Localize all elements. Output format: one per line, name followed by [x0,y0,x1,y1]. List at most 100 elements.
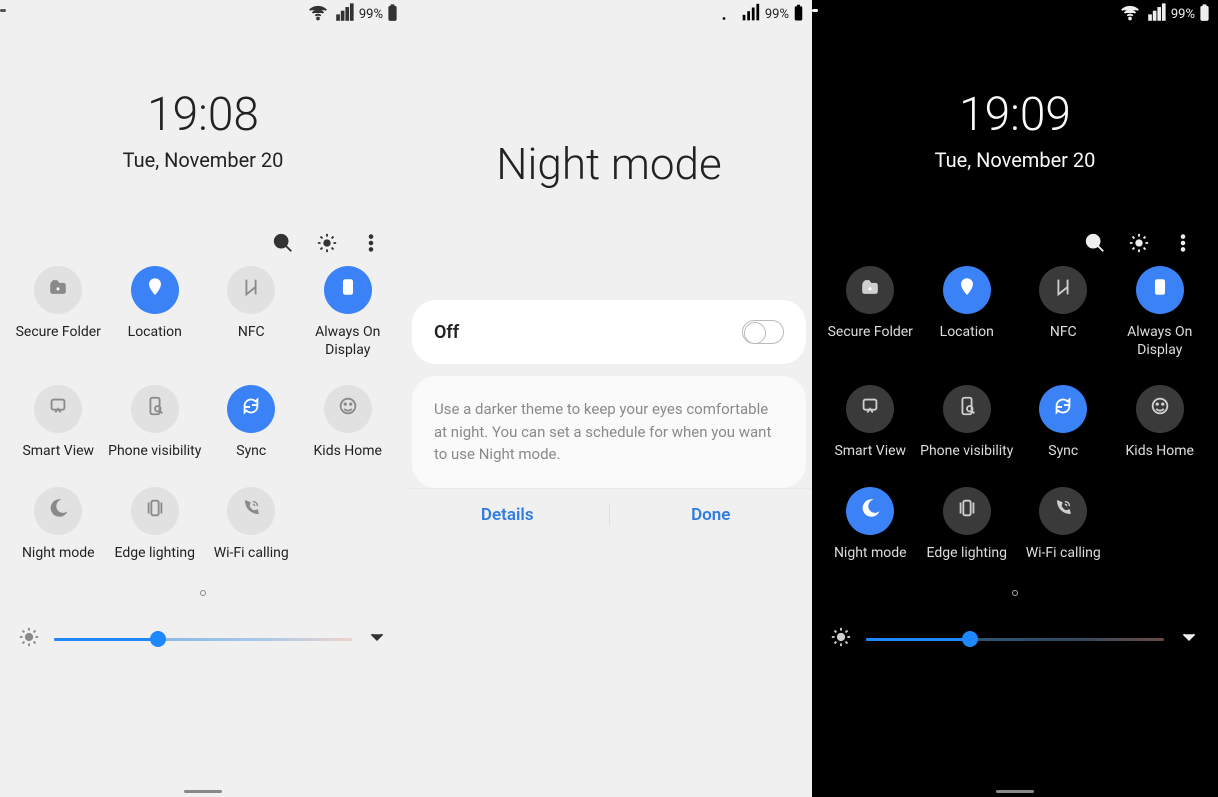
chevron-down-icon[interactable] [1178,626,1200,652]
tile-location: Location [107,266,204,359]
tile-night-mode: Night mode [822,487,919,563]
more-icon[interactable] [1172,232,1194,254]
night-mode-description: Use a darker theme to keep your eyes com… [412,376,806,488]
toggle-switch[interactable] [742,320,784,344]
tile-label: Smart View [22,443,94,461]
toggle-sync[interactable] [1039,385,1087,433]
toggle-phone-visibility[interactable] [131,385,179,433]
tile-label: Sync [236,443,266,461]
toggle-always-on-display[interactable] [324,266,372,314]
toggle-kids-home[interactable] [1136,385,1184,433]
search-icon[interactable] [1084,232,1106,254]
more-icon[interactable] [360,232,382,254]
clock-time: 19:08 [0,88,406,142]
signal-icon [1145,2,1167,27]
clock-date: Tue, November 20 [0,148,406,172]
toggle-sync[interactable] [227,385,275,433]
brightness-slider[interactable] [866,629,1164,649]
gear-icon[interactable] [1128,232,1150,254]
tile-label: Secure Folder [828,324,913,342]
toggle-label: Off [434,322,459,343]
toggle-phone-visibility[interactable] [943,385,991,433]
aod-icon [337,276,359,304]
tile-label: Phone visibility [920,443,1013,461]
gear-icon[interactable] [316,232,338,254]
page-title: Night mode [406,138,812,190]
nav-bar [812,781,1218,797]
tile-always-on-display: Always On Display [1112,266,1209,359]
tile-secure-folder: Secure Folder [822,266,919,359]
toggle-smart-view[interactable] [846,385,894,433]
tile-label: Sync [1048,443,1078,461]
tile-label: NFC [238,324,265,342]
battery-label: 99% [359,7,383,22]
tile-edge-lighting: Edge lighting [919,487,1016,563]
tile-kids-home: Kids Home [1112,385,1209,461]
face-icon [337,395,359,423]
done-button[interactable]: Done [610,505,813,525]
night-mode-settings-page: 99% Night mode Off Use a darker theme to… [406,0,812,797]
wifi-call-icon [1052,497,1074,525]
night-mode-toggle-row[interactable]: Off [412,300,806,364]
toggle-smart-view[interactable] [34,385,82,433]
phone-search-icon [144,395,166,423]
wifi-icon [1119,2,1141,27]
toggle-nfc[interactable] [1039,266,1087,314]
toggle-night-mode[interactable] [846,487,894,535]
quick-settings-grid-dark: Secure FolderLocationNFCAlways On Displa… [812,254,1218,562]
tile-kids-home: Kids Home [300,385,397,461]
tile-label: Wi-Fi calling [1026,545,1101,563]
tile-label: Phone visibility [108,443,201,461]
tile-wifi-calling: Wi-Fi calling [203,487,300,563]
toggle-secure-folder[interactable] [34,266,82,314]
page-dot-1[interactable] [1012,590,1018,596]
edge-icon [144,497,166,525]
clock-block: 19:08 Tue, November 20 [0,88,406,172]
toggle-edge-lighting[interactable] [131,487,179,535]
toggle-wifi-calling[interactable] [227,487,275,535]
tile-label: Kids Home [314,443,382,461]
tile-wifi-calling: Wi-Fi calling [1015,487,1112,563]
brightness-slider[interactable] [54,629,352,649]
toggle-nfc[interactable] [227,266,275,314]
folder-lock-icon [47,276,69,304]
tile-secure-folder: Secure Folder [10,266,107,359]
toggle-location[interactable] [943,266,991,314]
tile-label: NFC [1050,324,1077,342]
aod-icon [1149,276,1171,304]
sync-icon [1052,395,1074,423]
quick-panel-light: 99% 19:08 Tue, November 20 Secure Folder… [0,0,406,797]
battery-label: 99% [765,7,789,22]
page-dot-1[interactable] [200,590,206,596]
nav-bar [0,781,406,797]
chevron-down-icon[interactable] [366,626,388,652]
page-dot-2[interactable] [0,9,6,12]
status-bar: 99% [812,0,1218,28]
tile-label: Always On Display [300,324,397,359]
edge-icon [956,497,978,525]
tile-nfc: NFC [203,266,300,359]
cast-icon [47,395,69,423]
toggle-location[interactable] [131,266,179,314]
folder-lock-icon [859,276,881,304]
toggle-night-mode[interactable] [34,487,82,535]
toggle-edge-lighting[interactable] [943,487,991,535]
search-icon[interactable] [272,232,294,254]
toggle-kids-home[interactable] [324,385,372,433]
tile-label: Edge lighting [115,545,195,563]
signal-icon [333,2,355,27]
page-dot-2[interactable] [812,9,818,12]
battery-icon [387,4,398,25]
tile-always-on-display: Always On Display [300,266,397,359]
clock-block: 19:09 Tue, November 20 [812,88,1218,172]
toggle-secure-folder[interactable] [846,266,894,314]
toggle-always-on-display[interactable] [1136,266,1184,314]
details-button[interactable]: Details [406,505,609,525]
tile-label: Smart View [834,443,906,461]
toggle-wifi-calling[interactable] [1039,487,1087,535]
tile-phone-visibility: Phone visibility [919,385,1016,461]
tile-sync: Sync [1015,385,1112,461]
tile-label: Edge lighting [927,545,1007,563]
pin-icon [956,276,978,304]
face-icon [1149,395,1171,423]
